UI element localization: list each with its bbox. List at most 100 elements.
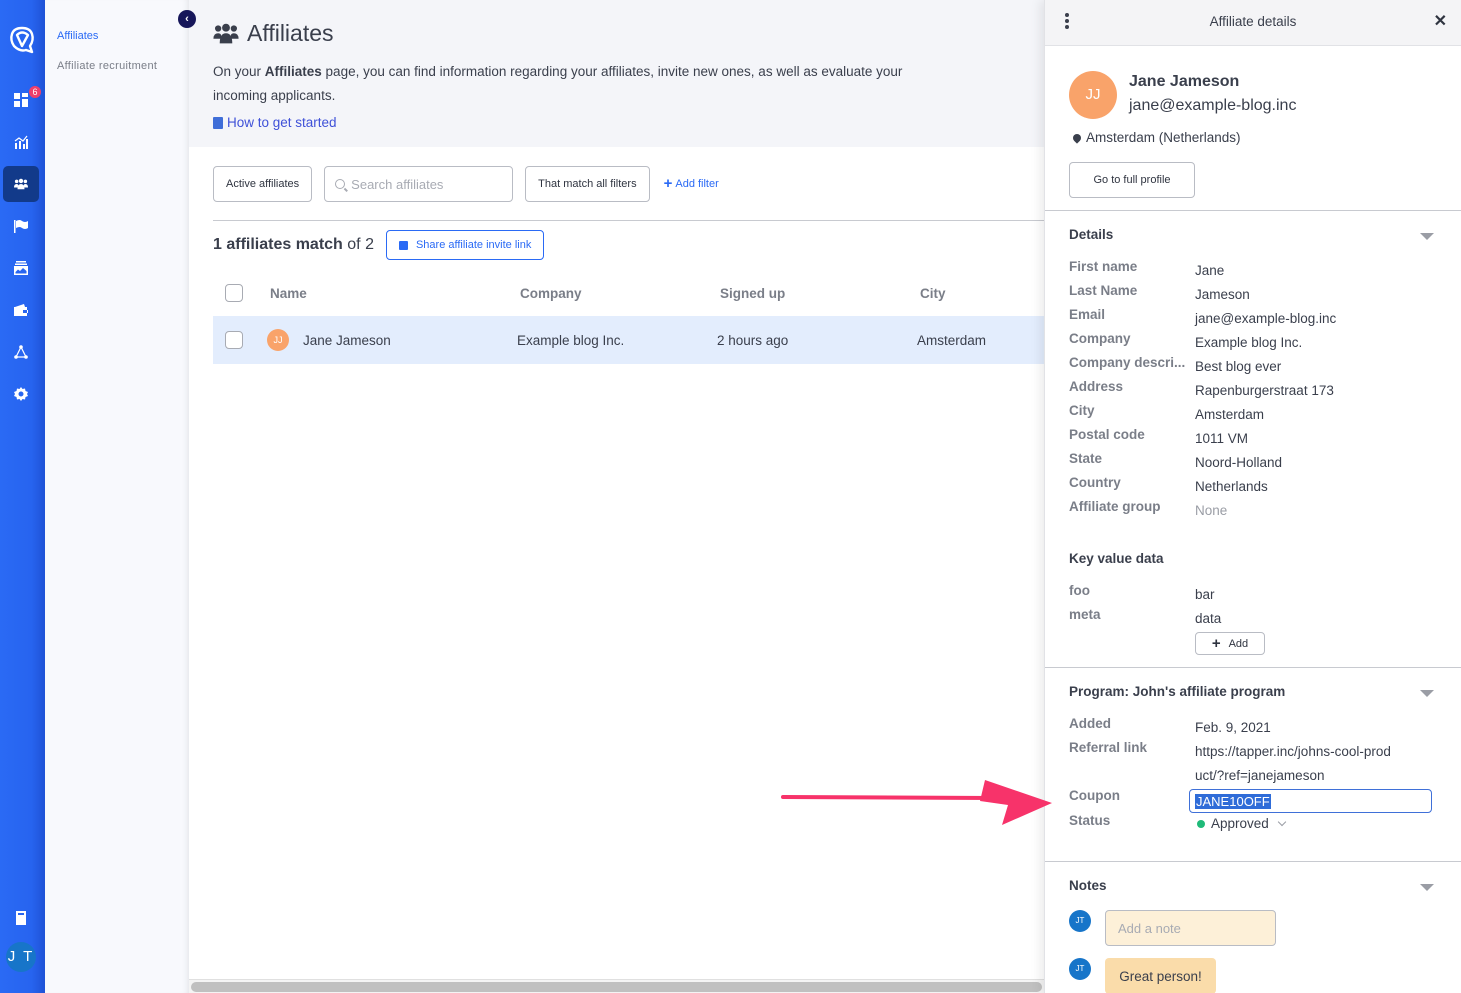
detail-label: State	[1069, 451, 1103, 466]
status-dropdown[interactable]: Approved	[1197, 816, 1287, 831]
user-avatar[interactable]: J T	[6, 942, 36, 972]
chevron-left-icon: ‹	[185, 13, 189, 25]
share-invite-link-button[interactable]: Share affiliate invite link	[385, 230, 545, 260]
panel-header: Affiliate details ✕	[1045, 0, 1461, 46]
nav-affiliates[interactable]	[3, 166, 39, 202]
go-to-full-profile-button[interactable]: Go to full profile	[1069, 162, 1195, 198]
program-section-title: Program: John's affiliate program	[1069, 684, 1286, 699]
details-section-title: Details	[1069, 227, 1114, 242]
detail-row: City Amsterdam	[1069, 403, 1435, 427]
column-header-city[interactable]: City	[920, 286, 946, 301]
coupon-input[interactable]: JANE10OFF	[1189, 789, 1432, 813]
detail-value: Noord-Holland	[1195, 455, 1283, 470]
affiliate-email: jane@example-blog.inc	[1129, 97, 1297, 114]
media-icon	[14, 261, 28, 275]
nav-reports[interactable]	[3, 124, 39, 160]
key-value-row: meta data	[1069, 607, 1435, 631]
location-text: Amsterdam (Netherlands)	[1086, 130, 1241, 145]
program-label: Coupon	[1069, 788, 1120, 803]
add-note-input[interactable]: Add a note	[1105, 910, 1276, 946]
divider	[1045, 861, 1461, 862]
add-key-value-button[interactable]: + Add	[1195, 632, 1265, 655]
cell-signed-up: 2 hours ago	[717, 332, 789, 348]
detail-value: None	[1195, 503, 1228, 518]
program-row: Referral link https://tapper.inc/johns-co…	[1069, 740, 1395, 788]
detail-row: Affiliate group None	[1069, 499, 1435, 523]
chevron-down-icon	[1277, 817, 1287, 826]
close-icon[interactable]: ✕	[1434, 11, 1447, 31]
affiliate-name: Jane Jameson	[1129, 73, 1240, 90]
nav-media[interactable]	[3, 250, 39, 286]
note-author-avatar: JT	[1069, 958, 1091, 980]
nav-campaigns[interactable]	[3, 208, 39, 244]
match-mode-dropdown[interactable]: That match all filters	[525, 166, 650, 202]
how-to-get-started-link[interactable]: How to get started	[213, 115, 337, 130]
detail-label: Company	[1069, 331, 1131, 346]
table-row[interactable]: JJ Jane Jameson Example blog Inc. 2 hour…	[213, 316, 1044, 364]
intro-bold: Affiliates	[264, 64, 322, 79]
results-summary: 1 affiliates match of 2 Share affiliate …	[213, 230, 545, 260]
reports-icon	[14, 135, 28, 149]
notes-section-title: Notes	[1069, 878, 1107, 893]
nav-payouts[interactable]	[3, 292, 39, 328]
nav-settings[interactable]	[3, 376, 39, 412]
column-header-signed-up[interactable]: Signed up	[720, 286, 785, 301]
nav-docs[interactable]	[3, 900, 39, 936]
subnav-item-affiliate-recruitment[interactable]: Affiliate recruitment	[57, 60, 157, 72]
cell-city: Amsterdam	[917, 332, 987, 348]
detail-row: Company descri... Best blog ever	[1069, 355, 1435, 379]
nav-integrations[interactable]	[3, 334, 39, 370]
collapse-notes-icon[interactable]	[1420, 884, 1434, 891]
referral-link[interactable]: https://tapper.inc/johns-cool-product/?r…	[1195, 740, 1395, 788]
note-author-avatar: JT	[1069, 910, 1091, 932]
logo-icon	[10, 26, 34, 54]
status-filter-dropdown[interactable]: Active affiliates	[213, 166, 313, 202]
results-count-bold: 1 affiliates match	[213, 236, 343, 253]
detail-row: Company Example blog Inc.	[1069, 331, 1435, 355]
affiliate-details-panel: Affiliate details ✕ JJ Jane Jameson jane…	[1044, 0, 1461, 993]
detail-value: Rapenburgerstraat 173	[1195, 383, 1334, 398]
column-header-name[interactable]: Name	[270, 286, 307, 301]
row-checkbox[interactable]	[225, 331, 243, 349]
column-header-company[interactable]: Company	[520, 286, 582, 301]
main-content: Affiliates On your Affiliates page, you …	[189, 0, 1044, 993]
detail-value: Netherlands	[1195, 479, 1268, 494]
horizontal-scrollbar[interactable]	[191, 982, 1042, 992]
collapse-sidebar-button[interactable]: ‹	[178, 10, 196, 28]
note-item: Great person!	[1105, 958, 1216, 993]
subnav-item-affiliates[interactable]: Affiliates	[57, 30, 98, 42]
search-placeholder: Search affiliates	[351, 176, 444, 192]
program-row: Status	[1069, 813, 1195, 828]
program-row: Coupon	[1069, 788, 1195, 803]
detail-value: Jameson	[1195, 287, 1250, 302]
wallet-icon	[14, 304, 28, 316]
detail-row: Email jane@example-blog.inc	[1069, 307, 1435, 331]
results-count-total: of 2	[342, 236, 374, 253]
detail-value: Jane	[1195, 263, 1225, 278]
kv-value: bar	[1195, 587, 1215, 602]
program-row: Added Feb. 9, 2021	[1069, 716, 1435, 740]
add-filter-button[interactable]: + Add filter	[664, 176, 719, 191]
collapse-details-icon[interactable]	[1420, 233, 1434, 240]
search-input[interactable]: Search affiliates	[324, 166, 514, 202]
detail-row: Country Netherlands	[1069, 475, 1435, 499]
book-icon	[16, 911, 26, 925]
collapse-program-icon[interactable]	[1420, 690, 1434, 697]
cell-name: Jane Jameson	[303, 332, 391, 348]
coupon-value-selected: JANE10OFF	[1195, 793, 1271, 809]
how-to-link-label: How to get started	[227, 115, 337, 130]
affiliates-icon	[14, 178, 28, 190]
detail-label: Address	[1069, 379, 1124, 394]
filter-toolbar: Active affiliates Search affiliates That…	[213, 166, 719, 202]
kv-value: data	[1195, 611, 1222, 626]
avatar: JJ	[267, 329, 289, 351]
panel-title: Affiliate details	[1209, 14, 1297, 29]
flag-icon	[14, 220, 28, 233]
program-label: Added	[1069, 716, 1111, 731]
affiliates-icon	[213, 23, 239, 43]
network-icon	[14, 345, 28, 359]
detail-label: First name	[1069, 259, 1138, 274]
share-button-label: Share affiliate invite link	[415, 239, 532, 251]
detail-label: Postal code	[1069, 427, 1145, 442]
select-all-checkbox[interactable]	[225, 284, 243, 302]
